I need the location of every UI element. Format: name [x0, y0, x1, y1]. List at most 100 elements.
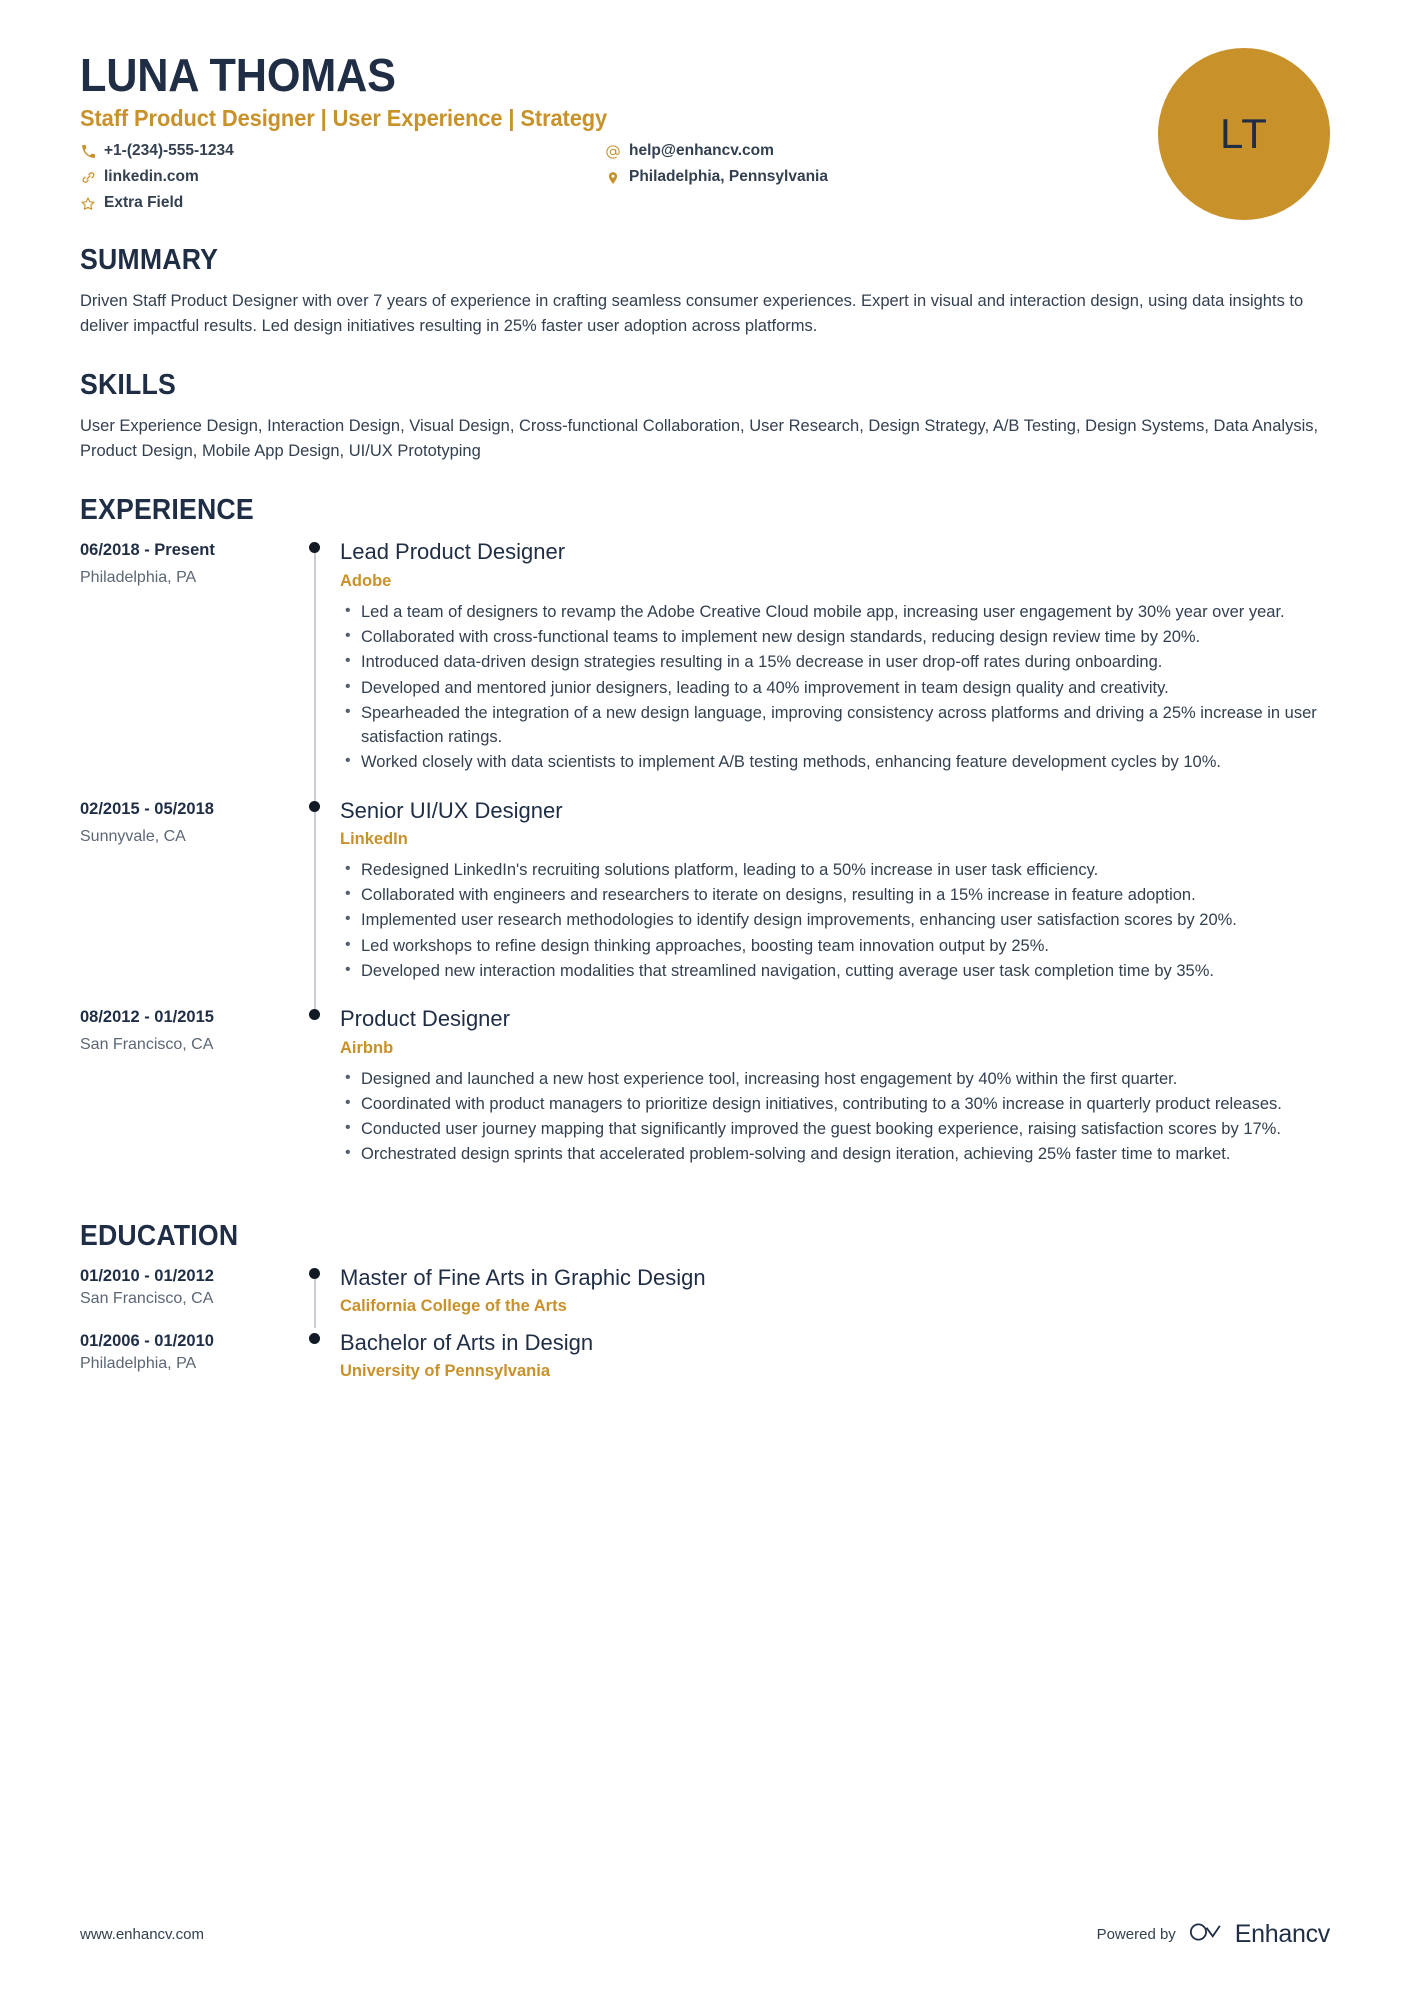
contact-extra-field-text: Extra Field	[104, 194, 184, 212]
timeline-rail	[300, 798, 334, 1011]
timeline-rail	[300, 1265, 334, 1330]
contact-info-grid: +1-(234)-555-1234 help@enhancv.com linke…	[80, 141, 980, 214]
skills-section-title: SKILLS	[80, 369, 176, 402]
list-item: Worked closely with data scientists to i…	[345, 749, 1330, 774]
experience-entry-body: Product Designer Airbnb Designed and lau…	[334, 1006, 1330, 1189]
experience-entry-body: Lead Product Designer Adobe Led a team o…	[334, 539, 1330, 797]
list-item: Implemented user research methodologies …	[345, 907, 1330, 932]
timeline-line	[314, 1274, 316, 1329]
list-item: Developed and mentored junior designers,…	[345, 675, 1330, 700]
skills-section: SKILLS User Experience Design, Interacti…	[80, 369, 1330, 464]
experience-entry-title: Product Designer	[340, 1006, 510, 1032]
education-entry-date: 01/2010 - 01/2012	[80, 1266, 214, 1285]
education-entry-body: Bachelor of Arts in Design University of…	[334, 1330, 1330, 1395]
contact-extra-field[interactable]: Extra Field	[80, 193, 605, 214]
experience-entry-meta: 06/2018 - Present Philadelphia, PA	[80, 539, 300, 797]
resume-header: LUNA THOMAS Staff Product Designer | Use…	[80, 0, 1330, 220]
page-footer: www.enhancv.com Powered by Enhancv	[80, 1920, 1330, 1949]
experience-entry-company: Airbnb	[340, 1038, 394, 1057]
experience-entry-meta: 02/2015 - 05/2018 Sunnyvale, CA	[80, 798, 300, 1007]
enhancv-logo: Enhancv	[1188, 1920, 1330, 1949]
timeline-line	[314, 549, 316, 802]
timeline-rail	[300, 1330, 334, 1395]
education-entry-degree: Bachelor of Arts in Design	[340, 1330, 594, 1356]
footer-website-url[interactable]: www.enhancv.com	[80, 1926, 204, 1943]
education-entry-meta: 01/2006 - 01/2010 Philadelphia, PA	[80, 1330, 300, 1395]
resume-page: LUNA THOMAS Staff Product Designer | Use…	[0, 0, 1410, 1995]
timeline-dot	[309, 1009, 320, 1021]
education-entry: 01/2010 - 01/2012 San Francisco, CA Mast…	[80, 1265, 1330, 1330]
education-section-title: EDUCATION	[80, 1219, 239, 1252]
powered-by-label: Powered by	[1096, 1926, 1176, 1943]
list-item: Conducted user journey mapping that sign…	[345, 1116, 1330, 1141]
at-icon	[605, 144, 621, 160]
experience-entry-company: Adobe	[340, 571, 392, 590]
education-entry-meta: 01/2010 - 01/2012 San Francisco, CA	[80, 1265, 300, 1330]
education-entry-date: 01/2006 - 01/2010	[80, 1332, 214, 1351]
timeline-dot	[309, 1333, 320, 1345]
enhancv-wordmark: Enhancv	[1234, 1920, 1331, 1948]
contact-phone-text: +1-(234)-555-1234	[104, 142, 234, 160]
list-item: Orchestrated design sprints that acceler…	[345, 1141, 1330, 1166]
list-item: Coordinated with product managers to pri…	[345, 1091, 1330, 1116]
summary-section: SUMMARY Driven Staff Product Designer wi…	[80, 244, 1330, 339]
experience-section-title: EXPERIENCE	[80, 494, 254, 527]
contact-location-text: Philadelphia, Pennsylvania	[629, 168, 828, 186]
experience-entry-location: San Francisco, CA	[80, 1036, 214, 1054]
contact-email-text: help@enhancv.com	[629, 142, 774, 160]
list-item: Collaborated with cross-functional teams…	[345, 624, 1330, 649]
education-entry-location: San Francisco, CA	[80, 1289, 214, 1307]
timeline-rail	[300, 1006, 334, 1189]
timeline-rail	[300, 539, 334, 802]
summary-text: Driven Staff Product Designer with over …	[80, 292, 1304, 336]
list-item: Redesigned LinkedIn's recruiting solutio…	[345, 857, 1330, 882]
enhancv-mark-icon	[1188, 1920, 1226, 1949]
phone-icon	[80, 144, 96, 160]
list-item: Collaborated with engineers and research…	[345, 882, 1330, 907]
experience-entry-location: Sunnyvale, CA	[80, 827, 186, 845]
star-icon	[80, 196, 96, 212]
education-section: EDUCATION 01/2010 - 01/2012 San Francisc…	[80, 1220, 1330, 1396]
contact-email[interactable]: help@enhancv.com	[605, 141, 980, 162]
page-title: LUNA THOMAS	[80, 49, 396, 101]
experience-entry-location: Philadelphia, PA	[80, 569, 197, 587]
contact-phone[interactable]: +1-(234)-555-1234	[80, 141, 605, 162]
experience-entry-date: 06/2018 - Present	[80, 541, 215, 560]
experience-entry-date: 02/2015 - 05/2018	[80, 799, 214, 818]
experience-entry-bullets: Designed and launched a new host experie…	[340, 1066, 1330, 1167]
skills-text: User Experience Design, Interaction Desi…	[80, 417, 1319, 461]
avatar-initials: LT	[1220, 110, 1268, 157]
experience-entry-bullets: Led a team of designers to revamp the Ad…	[340, 599, 1330, 775]
contact-linkedin[interactable]: linkedin.com	[80, 167, 605, 188]
contact-linkedin-text: linkedin.com	[104, 168, 199, 186]
experience-entry: 06/2018 - Present Philadelphia, PA Lead …	[80, 539, 1330, 802]
footer-branding: Powered by Enhancv	[1096, 1920, 1331, 1949]
experience-entry: 02/2015 - 05/2018 Sunnyvale, CA Senior U…	[80, 798, 1330, 1011]
timeline-dot	[309, 542, 320, 554]
avatar: LT	[1158, 48, 1330, 220]
experience-entry-date: 08/2012 - 01/2015	[80, 1008, 214, 1027]
timeline-line	[314, 807, 316, 1011]
contact-location[interactable]: Philadelphia, Pennsylvania	[605, 167, 980, 188]
experience-entry-company: LinkedIn	[340, 829, 408, 848]
education-entry-body: Master of Fine Arts in Graphic Design Ca…	[334, 1265, 1330, 1330]
experience-section: EXPERIENCE 06/2018 - Present Philadelphi…	[80, 494, 1330, 1189]
education-entry-institution: California College of the Arts	[340, 1297, 567, 1316]
list-item: Developed new interaction modalities tha…	[345, 958, 1330, 983]
job-role-subtitle: Staff Product Designer | User Experience…	[80, 105, 608, 132]
education-entry-institution: University of Pennsylvania	[340, 1362, 550, 1381]
experience-entry-body: Senior UI/UX Designer LinkedIn Redesigne…	[334, 798, 1330, 1007]
experience-entry-meta: 08/2012 - 01/2015 San Francisco, CA	[80, 1006, 300, 1189]
education-entry-location: Philadelphia, PA	[80, 1355, 197, 1373]
experience-entry-title: Senior UI/UX Designer	[340, 797, 563, 823]
experience-entry-bullets: Redesigned LinkedIn's recruiting solutio…	[340, 857, 1330, 983]
experience-entry-title: Lead Product Designer	[340, 539, 566, 565]
list-item: Led workshops to refine design thinking …	[345, 933, 1330, 958]
list-item: Led a team of designers to revamp the Ad…	[345, 599, 1330, 624]
education-entry: 01/2006 - 01/2010 Philadelphia, PA Bache…	[80, 1330, 1330, 1395]
list-item: Introduced data-driven design strategies…	[345, 649, 1330, 674]
education-entry-degree: Master of Fine Arts in Graphic Design	[340, 1264, 706, 1290]
timeline-dot	[309, 800, 320, 812]
link-icon	[80, 170, 96, 186]
list-item: Spearheaded the integration of a new des…	[345, 700, 1330, 750]
